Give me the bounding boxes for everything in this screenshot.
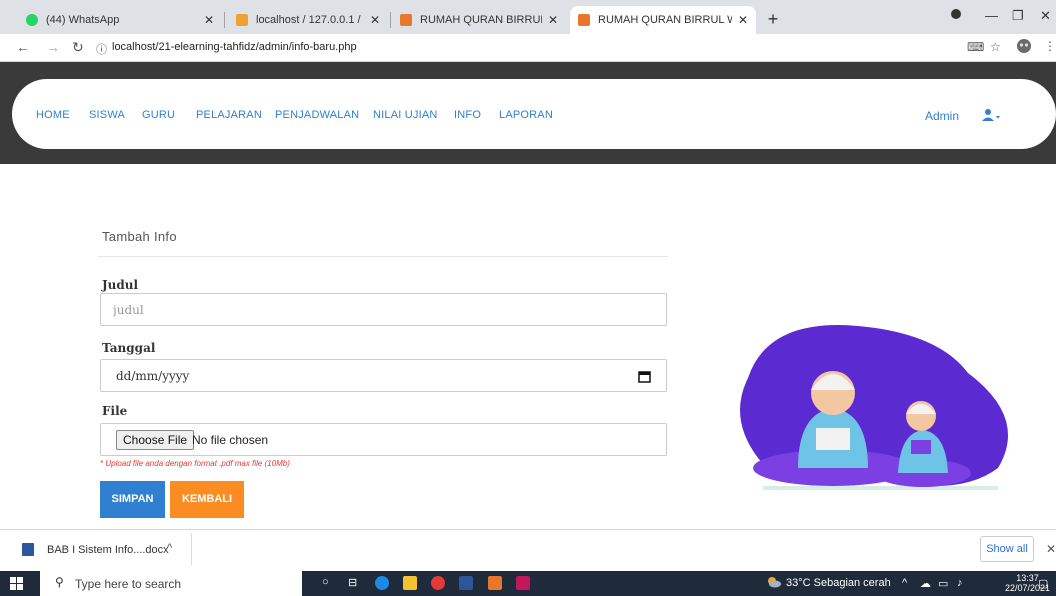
close-tab-icon[interactable]: ✕ [370,13,380,27]
menu-dots-icon[interactable]: ⋮ [1044,39,1056,53]
choose-file-button[interactable]: Choose File [116,430,195,450]
nav-siswa[interactable]: SISWA [89,109,125,121]
translate-icon[interactable]: ⌨ [967,40,984,54]
tab-phpmyadmin[interactable]: localhost / 127.0.0.1 / db_elearni ✕ [228,6,388,34]
file-label: File [102,404,128,418]
show-all-button[interactable]: Show all [980,536,1034,562]
calendar-icon[interactable] [638,370,651,388]
chrome-icon[interactable] [431,576,445,590]
phpmyadmin-icon [236,14,248,26]
date-value: dd/mm/yyyy [116,369,190,383]
app-icon[interactable] [516,576,530,590]
tab-rumah-quran-1[interactable]: RUMAH QURAN BIRRUL WALIDA ✕ [392,6,566,34]
nav-penjadwalan[interactable]: PENJADWALAN [275,109,359,121]
minimize-icon[interactable]: — [985,8,998,23]
tab-separator [390,12,391,28]
task-view-icon[interactable]: ⊟ [348,576,357,589]
weather-icon[interactable] [767,576,781,591]
file-explorer-icon[interactable] [403,576,417,590]
url-field[interactable]: localhost/21-elearning-tahfidz/admin/inf… [112,41,357,53]
network-icon[interactable]: ▭ [938,577,948,590]
tab-whatsapp[interactable]: (44) WhatsApp ✕ [18,6,222,34]
edge-icon[interactable] [375,576,389,590]
close-window-icon[interactable]: ✕ [1040,8,1051,24]
search-icon: ⚲ [55,575,64,589]
reload-icon[interactable]: ↻ [72,39,84,56]
tanggal-label: Tanggal [102,341,156,355]
word-doc-icon [22,543,34,556]
chevron-up-icon[interactable]: ^ [167,542,172,554]
kembali-button[interactable]: KEMBALI [170,481,244,518]
divider [98,256,668,257]
nav-nilai-ujian[interactable]: NILAI UJIAN [373,109,438,121]
weather-text[interactable]: 33°C Sebagian cerah [786,577,891,589]
close-tab-icon[interactable]: ✕ [548,13,558,27]
star-icon[interactable]: ☆ [990,40,1001,54]
form-title: Tambah Info [102,229,177,244]
tab-rumah-quran-active[interactable]: RUMAH QURAN BIRRUL WALIDA ✕ [570,6,756,34]
search-placeholder: Type here to search [75,577,182,591]
tab-title: RUMAH QURAN BIRRUL WALIDA [598,14,732,26]
download-file-name[interactable]: BAB I Sistem Info....docx [47,544,169,556]
info-icon[interactable]: ⓘ [96,41,107,57]
tab-separator [224,12,225,28]
upload-hint: * Upload file anda dengan format .pdf ma… [100,459,290,468]
divider [191,533,192,565]
nav-laporan[interactable]: LAPORAN [499,109,553,121]
quran-reading-illustration [740,325,1008,490]
whatsapp-icon [26,14,38,26]
nav-home[interactable]: HOME [36,109,70,121]
new-tab-button[interactable]: + [763,6,783,34]
close-download-bar-icon[interactable]: ✕ [1046,542,1056,556]
windows-start-icon[interactable] [10,577,23,595]
close-tab-icon[interactable]: ✕ [204,13,214,27]
tab-title: (44) WhatsApp [46,14,120,26]
chevron-up-icon[interactable]: ^ [902,577,907,589]
judul-label: Judul [102,278,139,292]
tab-title: RUMAH QURAN BIRRUL WALIDA [420,14,542,26]
avatar[interactable] [1016,38,1032,57]
nav-info[interactable]: INFO [454,109,481,121]
nav-pelajaran[interactable]: PELAJARAN [196,109,262,121]
profile-icon[interactable] [950,8,962,23]
cortana-icon[interactable]: ○ [322,576,329,588]
restore-icon[interactable]: ❐ [1012,8,1024,24]
tab-title: localhost / 127.0.0.1 / db_elearni [256,14,364,26]
xampp-icon[interactable] [488,576,502,590]
volume-icon[interactable]: ♪ [957,577,963,589]
word-icon[interactable] [459,576,473,590]
site-favicon-icon [578,14,590,26]
notification-icon[interactable]: ▢ [1038,577,1048,590]
no-file-text: No file chosen [192,433,269,447]
site-favicon-icon [400,14,412,26]
judul-input[interactable] [100,293,667,326]
simpan-button[interactable]: SIMPAN [100,481,165,518]
close-tab-icon[interactable]: ✕ [738,13,748,27]
onedrive-icon[interactable]: ☁ [920,577,931,590]
nav-guru[interactable]: GURU [142,109,175,121]
user-dropdown-icon[interactable] [982,108,1002,127]
back-arrow-icon[interactable]: ← [16,39,30,55]
admin-label[interactable]: Admin [925,109,959,123]
forward-arrow-icon[interactable]: → [46,39,60,55]
